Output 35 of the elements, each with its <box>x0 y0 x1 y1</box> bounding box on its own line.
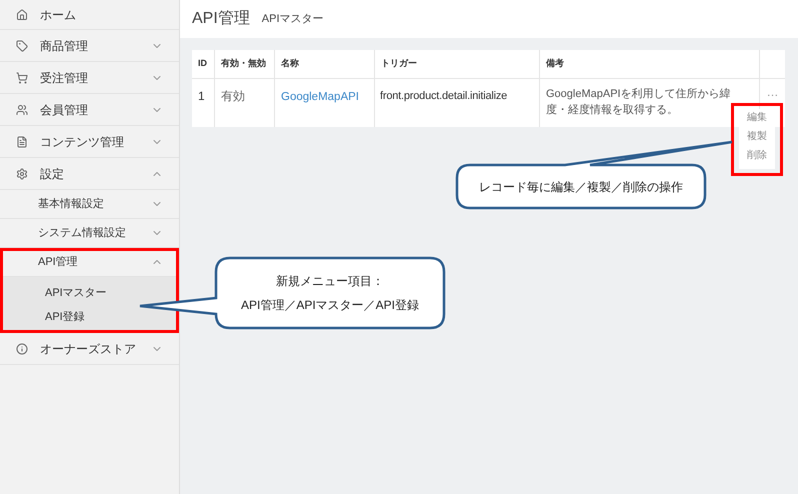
sidebar-item[interactable]: 商品管理 <box>0 30 179 62</box>
callout-text: レコード毎に編集／複製／削除の操作 <box>479 178 683 196</box>
column-header: 名称 <box>275 50 375 78</box>
page-subtitle: APIマスター <box>262 12 324 27</box>
table-cell: 1 <box>192 79 215 127</box>
menu-item[interactable]: 削除 <box>747 148 767 163</box>
column-header: 有効・無効 <box>215 50 275 78</box>
sidebar-item[interactable]: オーナーズストア <box>0 333 179 365</box>
table-cell: front.product.detail.initialize <box>375 79 540 127</box>
menu-item[interactable]: 編集 <box>747 110 767 125</box>
column-header: 備考 <box>540 50 760 78</box>
column-header: トリガー <box>375 50 540 78</box>
menu-item[interactable]: 複製 <box>747 129 767 144</box>
home-icon <box>16 8 28 20</box>
page-title: API管理 <box>192 9 250 29</box>
sidebar-item[interactable]: 会員管理 <box>0 94 179 126</box>
settings-icon <box>16 168 28 180</box>
sidebar-subitem[interactable]: API登録 <box>0 305 179 329</box>
sidebar-subitem[interactable]: システム情報設定 <box>0 219 179 248</box>
sidebar-item[interactable]: 設定 <box>0 158 179 190</box>
sidebar-item[interactable]: 受注管理 <box>0 62 179 94</box>
sidebar-subitem[interactable]: APIマスター <box>0 281 179 305</box>
sidebar-item[interactable]: コンテンツ管理 <box>0 126 179 158</box>
cart-icon <box>16 72 28 84</box>
table-cell: 有効 <box>215 79 275 127</box>
column-header: ID <box>192 50 215 78</box>
people-icon <box>16 104 28 116</box>
api-name-link[interactable]: GoogleMapAPI <box>281 91 359 103</box>
callout-text: 新規メニュー項目： <box>276 273 384 290</box>
info-icon <box>16 342 28 354</box>
document-icon <box>16 136 28 148</box>
sidebar-item[interactable]: ホーム <box>0 0 179 30</box>
tag-icon <box>16 40 28 52</box>
sidebar-subitem[interactable]: 基本情報設定 <box>0 190 179 219</box>
callout-text: API管理／APIマスター／API登録 <box>240 297 420 314</box>
